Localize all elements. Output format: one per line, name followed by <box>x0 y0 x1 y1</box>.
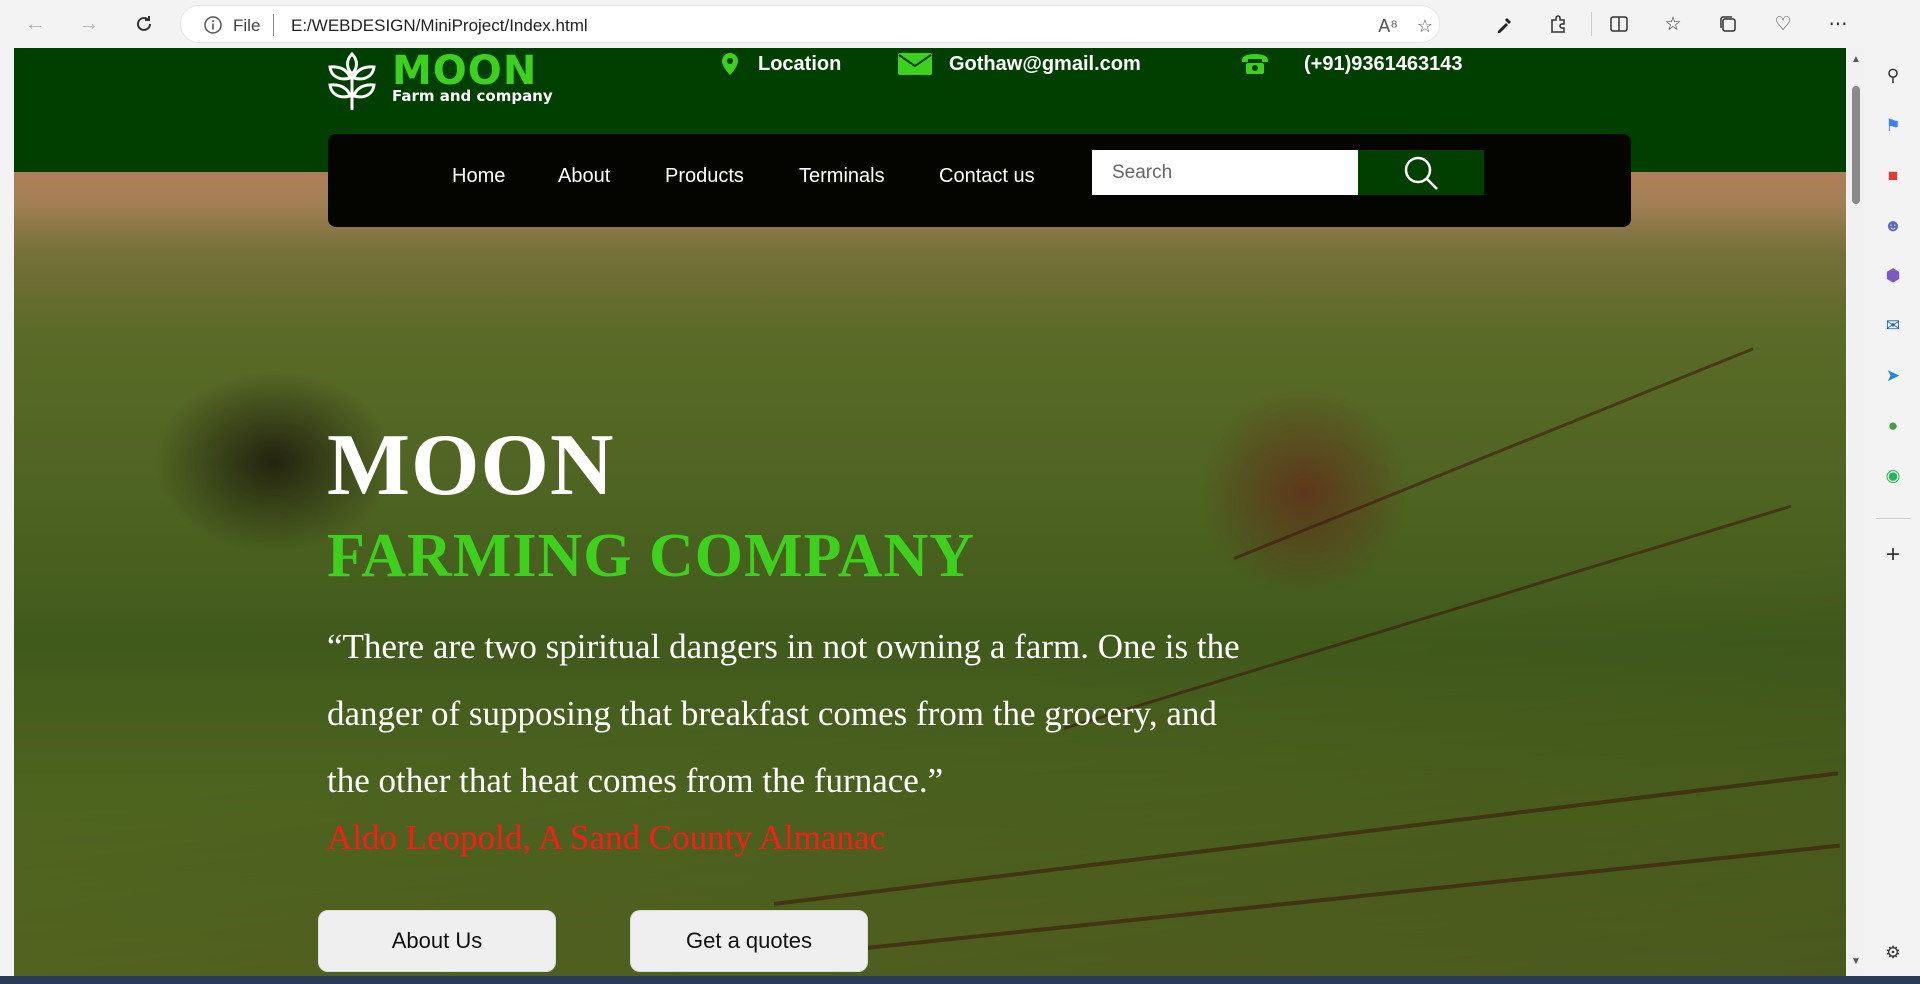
search-icon[interactable]: ⚲ <box>1881 64 1905 88</box>
phone-item[interactable]: (+91)9361463143 <box>1240 50 1462 78</box>
browser-toolbar: ← → File E:/WEBDESIGN/MiniProject/Index.… <box>0 0 1920 48</box>
info-icon[interactable] <box>203 15 223 35</box>
nav-home[interactable]: Home <box>452 165 505 188</box>
add-icon[interactable]: + <box>1881 541 1905 568</box>
collections-icon[interactable] <box>1714 10 1742 38</box>
envelope-icon <box>898 53 932 75</box>
spotify-icon[interactable]: ◉ <box>1881 464 1905 488</box>
tree-icon[interactable]: ● <box>1881 414 1905 438</box>
page-viewport: MOON Farm and company Location Gothaw@gm… <box>14 48 1846 976</box>
toolbar-separator <box>1591 12 1592 36</box>
edge-sidebar: ⚲ ⚑ ■ ☻ ⬢ ✉ ➤ ● ◉ + ⚙ <box>1866 0 1920 984</box>
office-icon[interactable]: ⬢ <box>1881 264 1905 288</box>
nav-terminals[interactable]: Terminals <box>799 165 885 188</box>
scroll-up-arrow-icon[interactable]: ▲ <box>1851 54 1861 65</box>
nav-products[interactable]: Products <box>665 165 744 188</box>
tag-icon[interactable]: ⚑ <box>1881 114 1905 138</box>
scrollbar-thumb[interactable] <box>1852 86 1860 204</box>
read-aloud-icon[interactable]: A⁸ <box>1376 14 1400 38</box>
favorite-star-icon[interactable]: ☆ <box>1413 14 1437 38</box>
nav-contact-us[interactable]: Contact us <box>939 165 1035 188</box>
phone-icon <box>1240 52 1270 76</box>
toolbox-icon[interactable]: ■ <box>1881 164 1905 188</box>
about-us-button[interactable]: About Us <box>318 910 556 972</box>
hero-title: MOON <box>327 417 615 514</box>
location-pin-icon <box>720 52 740 76</box>
nav-about[interactable]: About <box>558 165 610 188</box>
eyedropper-icon[interactable] <box>1491 10 1519 38</box>
scroll-down-arrow-icon[interactable]: ▼ <box>1851 956 1861 967</box>
refresh-icon[interactable] <box>127 8 161 40</box>
page-scrollbar[interactable]: ▲ ▼ <box>1848 48 1864 976</box>
hero-quote-author: Aldo Leopold, A Sand County Almanac <box>327 818 886 857</box>
settings-gear-icon[interactable]: ⚙ <box>1881 941 1905 965</box>
logo-subtitle: Farm and company <box>392 87 553 105</box>
search-input[interactable] <box>1092 150 1358 195</box>
location-item[interactable]: Location <box>720 50 841 78</box>
forward-icon[interactable]: → <box>72 8 106 40</box>
location-label: Location <box>758 52 842 75</box>
taskbar-edge <box>0 976 1920 984</box>
search-icon <box>1404 156 1438 190</box>
address-separator <box>273 14 274 36</box>
people-icon[interactable]: ☻ <box>1881 214 1905 238</box>
navbar: Home About Products Terminals Contact us <box>328 134 1631 227</box>
back-icon[interactable]: ← <box>18 8 52 40</box>
phone-text: (+91)9361463143 <box>1304 52 1463 75</box>
email-item[interactable]: Gothaw@gmail.com <box>898 50 1141 78</box>
logo-wheat-icon <box>324 50 380 112</box>
get-quotes-button[interactable]: Get a quotes <box>630 910 868 972</box>
more-menu-icon[interactable]: ⋯ <box>1824 10 1852 38</box>
split-screen-icon[interactable] <box>1605 10 1633 38</box>
search-button[interactable] <box>1358 150 1484 195</box>
health-heart-icon[interactable]: ♡ <box>1769 10 1797 38</box>
favorites-icon[interactable]: ☆ <box>1659 10 1687 38</box>
hero-subtitle: FARMING COMPANY <box>327 522 976 590</box>
outlook-icon[interactable]: ✉ <box>1881 314 1905 338</box>
address-bar[interactable]: File E:/WEBDESIGN/MiniProject/Index.html… <box>180 5 1440 43</box>
sidebar-divider <box>1876 518 1910 519</box>
file-label: File <box>233 16 261 35</box>
hero-quote: “There are two spiritual dangers in not … <box>327 627 1240 800</box>
url-text[interactable]: E:/WEBDESIGN/MiniProject/Index.html <box>291 16 588 36</box>
send-icon[interactable]: ➤ <box>1881 364 1905 388</box>
extensions-icon[interactable] <box>1544 10 1572 38</box>
email-text: Gothaw@gmail.com <box>949 52 1141 75</box>
